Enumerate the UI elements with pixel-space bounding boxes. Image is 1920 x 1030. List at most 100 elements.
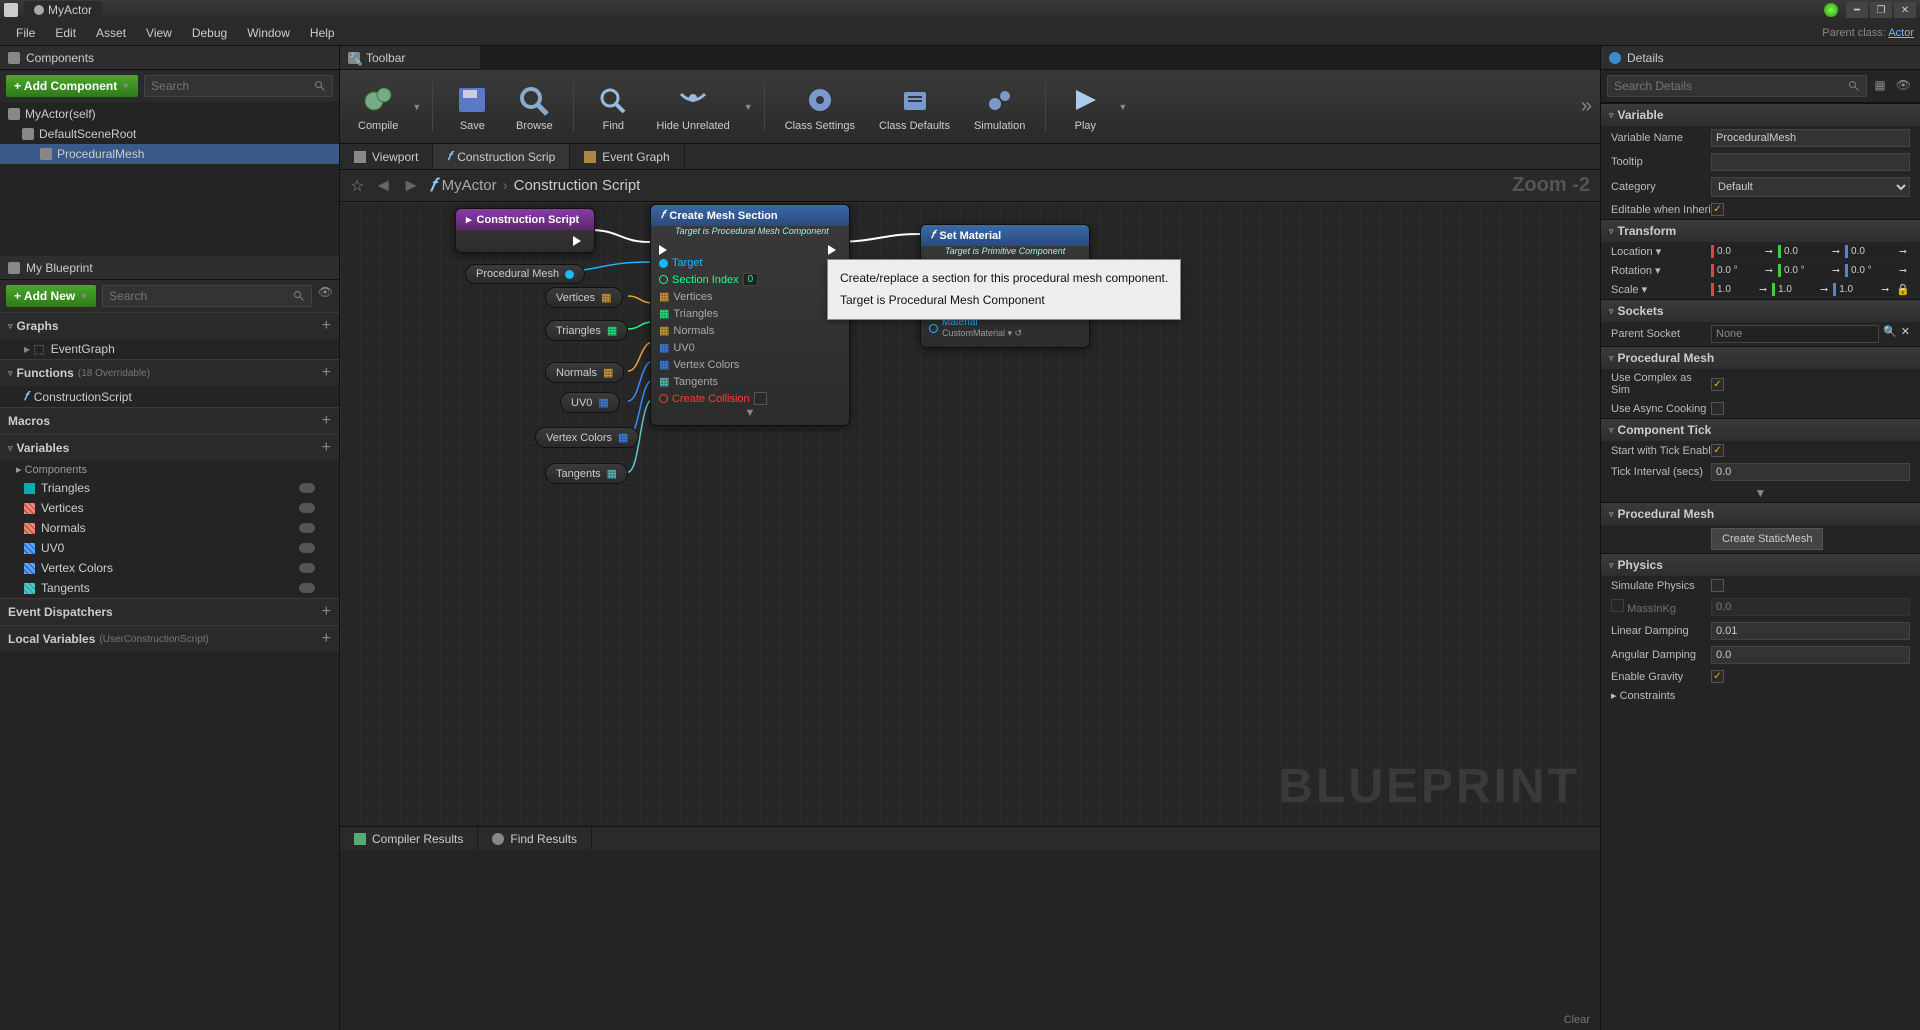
class-settings-button[interactable]: Class Settings: [775, 78, 865, 136]
scale-input[interactable]: 1.0⭢1.0⭢1.0⭢: [1711, 283, 1892, 296]
add-graph-button[interactable]: +: [322, 317, 331, 335]
section-procedural-mesh-2[interactable]: ▿Procedural Mesh: [1601, 502, 1920, 525]
exec-in-pin[interactable]: [659, 245, 672, 255]
menu-edit[interactable]: Edit: [45, 22, 86, 44]
add-variable-button[interactable]: +: [322, 439, 331, 457]
minimize-button[interactable]: ━: [1846, 2, 1868, 18]
expand-node-icon[interactable]: ▼: [659, 407, 841, 419]
visibility-toggle[interactable]: [299, 583, 315, 593]
node-construction-script[interactable]: ▸Construction Script: [455, 208, 595, 253]
section-transform[interactable]: ▿Transform: [1601, 219, 1920, 242]
angular-damping-input[interactable]: [1711, 646, 1910, 664]
section-local-vars[interactable]: Local Variables (UserConstructionScript)…: [0, 625, 339, 652]
visibility-toggle[interactable]: [299, 543, 315, 553]
window-tab[interactable]: MyActor: [24, 1, 102, 19]
array-pin-icon[interactable]: ▦: [659, 375, 669, 388]
add-function-button[interactable]: +: [322, 364, 331, 382]
add-new-button[interactable]: + Add New▼: [6, 285, 96, 307]
hide-dropdown[interactable]: ▼: [744, 102, 754, 112]
async-checkbox[interactable]: [1711, 402, 1724, 415]
section-procedural-mesh[interactable]: ▿Procedural Mesh: [1601, 346, 1920, 369]
toolbar-overflow-icon[interactable]: »: [1581, 95, 1592, 118]
variable-item[interactable]: Tangents: [0, 578, 339, 598]
section-variable[interactable]: ▿Variable: [1601, 103, 1920, 126]
function-item[interactable]: 𝑓ConstructionScript: [0, 386, 339, 407]
hide-unrelated-button[interactable]: Hide Unrelated: [646, 78, 739, 136]
simulation-button[interactable]: Simulation: [964, 78, 1035, 136]
variable-get-triangles[interactable]: Triangles▦: [545, 320, 628, 341]
tab-event-graph[interactable]: Event Graph: [570, 144, 684, 169]
visibility-toggle[interactable]: [299, 523, 315, 533]
gravity-checkbox[interactable]: [1711, 670, 1724, 683]
complex-checkbox[interactable]: [1711, 378, 1724, 391]
tick-interval-input[interactable]: [1711, 463, 1910, 481]
tab-find-results[interactable]: Find Results: [478, 827, 592, 850]
components-panel-tab[interactable]: Components: [0, 46, 339, 70]
variable-item[interactable]: Vertex Colors: [0, 558, 339, 578]
blueprint-search-input[interactable]: [102, 285, 312, 307]
compile-dropdown[interactable]: ▼: [412, 102, 422, 112]
find-button[interactable]: Find: [584, 78, 642, 136]
components-search-input[interactable]: [144, 75, 333, 97]
details-search-input[interactable]: [1607, 75, 1867, 97]
lock-icon[interactable]: 🔒: [1896, 283, 1910, 296]
section-variables[interactable]: ▿Variables+: [0, 434, 339, 461]
variable-item[interactable]: UV0: [0, 538, 339, 558]
class-defaults-button[interactable]: Class Defaults: [869, 78, 960, 136]
menu-debug[interactable]: Debug: [182, 22, 237, 44]
variable-get-normals[interactable]: Normals▦: [545, 362, 624, 383]
parent-socket-input[interactable]: [1711, 325, 1879, 343]
visibility-toggle[interactable]: [299, 483, 315, 493]
eye-icon[interactable]: 👁: [318, 285, 333, 307]
eye-icon[interactable]: 👁: [1893, 75, 1914, 97]
array-pin-icon[interactable]: ▦: [659, 290, 669, 303]
section-graphs[interactable]: ▿Graphs+: [0, 312, 339, 339]
play-dropdown[interactable]: ▼: [1118, 102, 1128, 112]
favorite-icon[interactable]: ☆: [350, 176, 364, 196]
output-pin[interactable]: [565, 270, 574, 279]
nav-fwd-button[interactable]: ►: [402, 175, 420, 196]
clear-icon[interactable]: ✕: [1901, 325, 1910, 343]
array-pin-icon[interactable]: ▦: [659, 358, 669, 371]
add-component-button[interactable]: + Add Component▼: [6, 75, 138, 97]
tree-item[interactable]: ProceduralMesh: [0, 144, 339, 164]
exec-out-pin[interactable]: [573, 236, 586, 246]
section-physics[interactable]: ▿Physics: [1601, 553, 1920, 576]
crumb-leaf[interactable]: Construction Script: [514, 177, 641, 194]
menu-view[interactable]: View: [136, 22, 182, 44]
save-button[interactable]: Save: [443, 78, 501, 136]
menu-file[interactable]: File: [6, 22, 45, 44]
menu-asset[interactable]: Asset: [86, 22, 136, 44]
create-static-mesh-button[interactable]: Create StaticMesh: [1711, 528, 1823, 550]
variable-get-tangents[interactable]: Tangents▦: [545, 463, 628, 484]
section-component-tick[interactable]: ▿Component Tick: [1601, 418, 1920, 441]
constraints-toggle[interactable]: ▸ Constraints: [1611, 689, 1711, 702]
bool-pin[interactable]: [659, 394, 668, 403]
expand-icon[interactable]: ▼: [1601, 484, 1920, 502]
variable-name-input[interactable]: [1711, 129, 1910, 147]
array-pin-icon[interactable]: ▦: [659, 341, 669, 354]
parent-class-link[interactable]: Actor: [1888, 27, 1914, 39]
compile-button[interactable]: Compile: [348, 78, 408, 136]
tab-compiler-results[interactable]: Compiler Results: [340, 827, 478, 850]
tab-viewport[interactable]: Viewport: [340, 144, 433, 169]
property-matrix-icon[interactable]: ▦: [1871, 75, 1888, 97]
section-dispatchers[interactable]: Event Dispatchers+: [0, 598, 339, 625]
exec-out-pin[interactable]: [828, 245, 841, 255]
tooltip-input[interactable]: [1711, 153, 1910, 171]
graph-item[interactable]: ▸ ⬚EventGraph: [0, 339, 339, 359]
target-pin[interactable]: [659, 259, 668, 268]
tree-item[interactable]: MyActor(self): [0, 104, 339, 124]
variable-item[interactable]: Normals: [0, 518, 339, 538]
variable-item[interactable]: Triangles: [0, 478, 339, 498]
variable-get-vertices[interactable]: Vertices▦: [545, 287, 623, 308]
my-blueprint-tab[interactable]: My Blueprint: [0, 256, 339, 280]
nav-back-button[interactable]: ◄: [374, 175, 392, 196]
graph-canvas[interactable]: BLUEPRINT ▸Construction Script Proc: [340, 202, 1600, 826]
linear-damping-input[interactable]: [1711, 622, 1910, 640]
collision-checkbox[interactable]: [754, 392, 767, 405]
simulate-physics-checkbox[interactable]: [1711, 579, 1724, 592]
details-panel-tab[interactable]: Details: [1601, 46, 1920, 70]
variable-get-vertex-colors[interactable]: Vertex Colors▦: [535, 427, 639, 448]
play-button[interactable]: Play: [1056, 78, 1114, 136]
